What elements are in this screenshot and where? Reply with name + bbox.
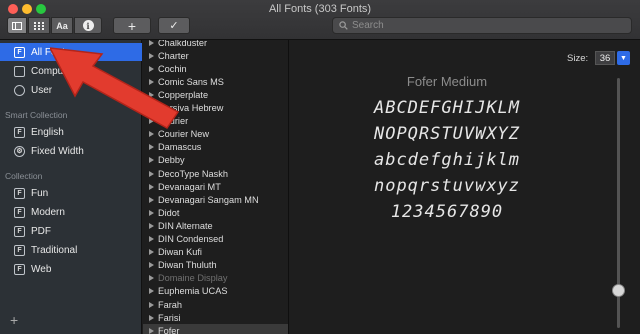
sidebar-item-label: Traditional	[31, 244, 78, 256]
annotation-arrow-icon	[50, 47, 180, 129]
font-list-item[interactable]: Diwan Kufi	[143, 246, 288, 259]
font-list-item[interactable]: Devanagari MT	[143, 180, 288, 193]
font-list-item-label: Farah	[158, 299, 183, 310]
font-list-item-label: DecoType Naskh	[158, 168, 228, 179]
sidebar-item-label: Web	[31, 263, 52, 275]
search-icon	[339, 21, 348, 30]
font-list-item-label: Courier New	[158, 129, 210, 140]
disclosure-triangle-icon[interactable]	[149, 236, 154, 242]
add-font-button[interactable]: +	[113, 17, 151, 34]
font-book-icon: F	[14, 126, 25, 138]
font-list-item[interactable]: Debby	[143, 154, 288, 167]
add-collection-button[interactable]: +	[10, 312, 18, 328]
font-book-icon: F	[14, 225, 25, 237]
font-list-item[interactable]: Devanagari Sangam MN	[143, 193, 288, 206]
sidebar-item-label: PDF	[31, 225, 51, 237]
font-book-icon: F	[14, 263, 25, 275]
preview-line: NOPQRSTUVWXYZ	[373, 124, 521, 144]
size-dropdown-button[interactable]: ▼	[617, 51, 630, 65]
grid-view-button[interactable]	[28, 17, 50, 34]
font-list-item[interactable]: Didot	[143, 206, 288, 219]
font-book-icon: F	[14, 206, 25, 218]
font-list-item[interactable]: DecoType Naskh	[143, 167, 288, 180]
view-sidebar-button[interactable]	[7, 17, 27, 34]
disclosure-triangle-icon[interactable]	[149, 314, 154, 321]
sidebar-item-label: User	[31, 84, 53, 96]
font-list-item-label: Diwan Kufi	[158, 247, 202, 258]
font-list-item[interactable]: Damascus	[143, 141, 288, 154]
grid-icon	[34, 21, 44, 30]
disclosure-triangle-icon[interactable]	[149, 275, 154, 282]
user-icon	[14, 84, 25, 96]
disclosure-triangle-icon[interactable]	[149, 209, 154, 216]
title-bar: All Fonts (303 Fonts) Aa i + ✓ Search	[0, 0, 640, 40]
font-list-item[interactable]: Euphemia UCAS	[143, 285, 288, 298]
search-input[interactable]: Search	[332, 17, 632, 34]
font-book-icon: F	[14, 244, 25, 256]
font-list-item-label: DIN Condensed	[158, 234, 224, 244]
disclosure-triangle-icon[interactable]	[149, 131, 154, 138]
disclosure-triangle-icon[interactable]	[149, 288, 154, 295]
font-list-item-label: Damascus	[158, 142, 202, 153]
font-list-item-label: Farisi	[158, 312, 181, 323]
validate-font-button[interactable]: ✓	[158, 17, 190, 34]
sidebar-item-traditional[interactable]: F Traditional	[0, 241, 142, 259]
font-list-item[interactable]: DIN Alternate	[143, 219, 288, 232]
size-input[interactable]: 36	[595, 51, 615, 65]
size-label: Size:	[567, 53, 589, 64]
chevron-down-icon: ▼	[620, 54, 627, 62]
disclosure-triangle-icon[interactable]	[149, 170, 154, 177]
font-list-item-label: Devanagari MT	[158, 181, 221, 192]
font-list-item-label: Devanagari Sangam MN	[158, 194, 259, 205]
disclosure-triangle-icon[interactable]	[149, 301, 154, 308]
sidebar-item-label: Fun	[31, 187, 49, 199]
font-book-icon: F	[14, 187, 25, 199]
sample-view-button[interactable]: Aa	[51, 17, 73, 34]
font-list-item[interactable]: Domaine Display	[143, 272, 288, 285]
font-list-item-label: Euphemia UCAS	[158, 286, 228, 297]
preview-line: abcdefghijklm	[373, 150, 521, 170]
info-view-button[interactable]: i	[74, 17, 102, 34]
sidebar-item-label: Fixed Width	[31, 145, 84, 157]
font-list-item-label: Didot	[158, 207, 180, 218]
disclosure-triangle-icon[interactable]	[149, 196, 154, 203]
font-list-item-label: Fofer	[158, 325, 180, 334]
info-icon: i	[82, 20, 94, 31]
preview-line: ABCDEFGHIJKLM	[373, 98, 521, 118]
sidebar-item-pdf[interactable]: F PDF	[0, 222, 142, 240]
size-slider-handle[interactable]	[612, 284, 625, 297]
font-list-item[interactable]: DIN Condensed	[143, 233, 288, 246]
sidebar-item-fun[interactable]: F Fun	[0, 184, 142, 202]
computer-icon	[14, 65, 25, 77]
font-list-item-label: DIN Alternate	[158, 220, 213, 231]
collection-heading: Collection	[5, 171, 43, 181]
font-list-item[interactable]: Diwan Thuluth	[143, 259, 288, 272]
disclosure-triangle-icon[interactable]	[149, 144, 154, 151]
preview-font-name: Fofer Medium	[406, 74, 488, 89]
preview-pane: Size: 36 ▼ Fofer Medium ABCDEFGHIJKLM NO…	[290, 40, 640, 334]
font-list-item[interactable]: Fofer	[143, 324, 288, 334]
font-list-item[interactable]: Farah	[143, 298, 288, 311]
disclosure-triangle-icon[interactable]	[149, 249, 154, 256]
search-placeholder: Search	[352, 20, 384, 31]
sidebar-item-fixed-width[interactable]: ⚙ Fixed Width	[0, 142, 142, 160]
disclosure-triangle-icon[interactable]	[149, 262, 154, 269]
sidebar-icon	[12, 21, 22, 30]
disclosure-triangle-icon[interactable]	[149, 327, 154, 334]
disclosure-triangle-icon[interactable]	[149, 222, 154, 229]
preview-line: nopqrstuvwxyz	[373, 176, 521, 196]
preview-line: 1234567890	[390, 202, 504, 222]
disclosure-triangle-icon[interactable]	[149, 157, 154, 164]
font-list-item[interactable]: Farisi	[143, 311, 288, 324]
font-list-item-label: Domaine Display	[158, 273, 228, 284]
sidebar-item-web[interactable]: F Web	[0, 260, 142, 278]
window-title: All Fonts (303 Fonts)	[268, 3, 372, 15]
sidebar-item-modern[interactable]: F Modern	[0, 203, 142, 221]
sidebar-item-label: Modern	[31, 206, 65, 218]
font-list-item-label: Diwan Thuluth	[158, 260, 217, 271]
gear-icon: ⚙	[14, 145, 25, 157]
disclosure-triangle-icon[interactable]	[149, 183, 154, 190]
font-list-item-label: Debby	[158, 155, 185, 166]
font-book-icon: F	[14, 46, 25, 58]
